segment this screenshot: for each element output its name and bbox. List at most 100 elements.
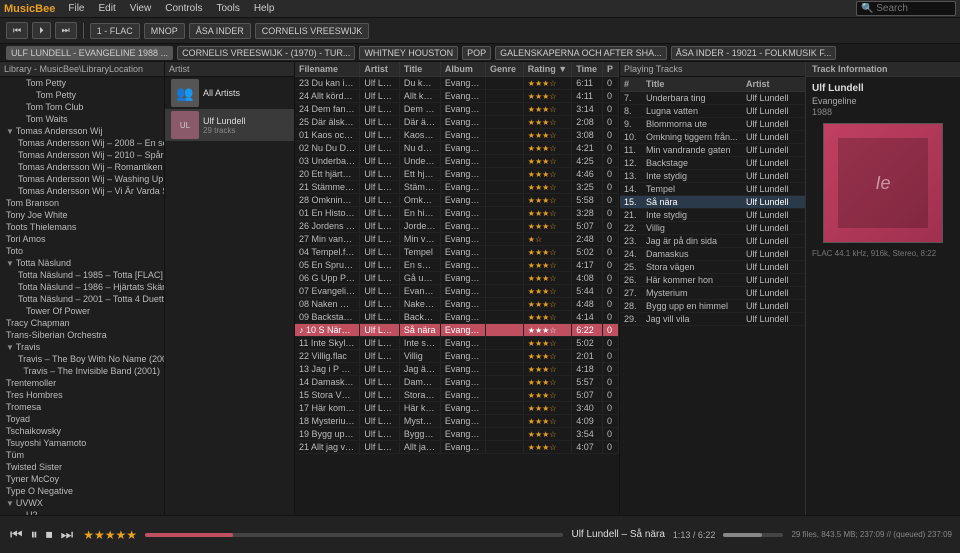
artist-item[interactable]: UL Ulf Lundell 29 tracks [165, 109, 294, 141]
table-row[interactable]: 14 Damaskus.flac Ulf Lundell Damaskus Ev… [295, 376, 619, 389]
col-filename[interactable]: Filename [295, 62, 360, 77]
library-item[interactable]: Type O Negative [0, 485, 164, 497]
library-item[interactable]: Tomas Andersson Wij – 2008 – En sommar [0, 137, 164, 149]
library-item[interactable]: Tom Waits [0, 113, 164, 125]
table-row[interactable]: 15. Så nära Ulf Lundell [620, 196, 805, 209]
table-row[interactable]: 20 Ett hjärta av sten.flac Ulf Lundell E… [295, 168, 619, 181]
library-item[interactable]: Tomas Andersson Wij – 2010 – Spår [0, 149, 164, 161]
library-item[interactable]: Tschaikowsky [0, 425, 164, 437]
table-row[interactable]: 13 Jag i P Din Sida.flac Ulf Lundell Jag… [295, 363, 619, 376]
library-item[interactable]: U2 [0, 509, 164, 515]
np-tag-asa[interactable]: ÅSA INDER - 19021 - FOLKMUSIK F... [671, 46, 837, 60]
menu-view[interactable]: View [127, 2, 155, 15]
library-item[interactable]: Tsuyoshi Yamamoto [0, 437, 164, 449]
play-pause-button[interactable]: ⏵ [32, 22, 51, 39]
table-row[interactable]: 26 Jordens hemnar.flac Ulf Lundell Jorde… [295, 220, 619, 233]
table-row[interactable]: 26. Här kommer hon Ulf Lundell [620, 274, 805, 287]
table-row[interactable]: 03 Underbara Ting.flac Ulf Lundell Under… [295, 155, 619, 168]
library-item[interactable]: Toyad [0, 413, 164, 425]
library-item[interactable]: Toto [0, 245, 164, 257]
table-row[interactable]: 7. Underbara ting Ulf Lundell [620, 92, 805, 105]
library-item[interactable]: Travis – The Boy With No Name (2007) [0, 353, 164, 365]
table-row[interactable]: 05 En Spruken Vas.flac Ulf Lundell En sp… [295, 259, 619, 272]
library-item[interactable]: Tomas Andersson Wij – Vi Är Varda Så Myc [0, 185, 164, 197]
toolbar-tag-asa[interactable]: ÅSA INDER [189, 23, 251, 39]
menu-controls[interactable]: Controls [162, 2, 205, 15]
library-item[interactable]: Tori Amos [0, 233, 164, 245]
library-item[interactable]: Totta Näslund – 1985 – Totta [FLAC] [0, 269, 164, 281]
library-item[interactable]: Tomas Andersson Wij – Romantiken [2012] [0, 161, 164, 173]
table-row[interactable]: 13. Inte stydig Ulf Lundell [620, 170, 805, 183]
library-item[interactable]: ▼ Totta Näslund [0, 257, 164, 269]
library-item[interactable]: Totta Näslund – 1986 – Hjärtats Skära Ru… [0, 281, 164, 293]
library-item[interactable]: Tomas Andersson Wij – Washing Up [0, 173, 164, 185]
table-row[interactable]: 10. Omkning tiggern från... Ulf Lundell [620, 131, 805, 144]
table-row[interactable]: 28 Omkning tiggen från Luossa.flac Ulf L… [295, 194, 619, 207]
table-row[interactable]: 06 G Upp P Klipppen.flac Ulf Lundell Gå … [295, 272, 619, 285]
np-tag-whitney[interactable]: WHITNEY HOUSTON [359, 46, 458, 60]
table-row[interactable]: 28. Bygg upp en himmel Ulf Lundell [620, 300, 805, 313]
library-item[interactable]: ▼ Travis [0, 341, 164, 353]
next-ctrl[interactable]: ⏭ [59, 524, 76, 545]
table-row[interactable]: 15 Stora Vägen.flac Ulf Lundell Stora vä… [295, 389, 619, 402]
table-row[interactable]: 24. Damaskus Ulf Lundell [620, 248, 805, 261]
library-item[interactable]: Tom Branson [0, 197, 164, 209]
table-row[interactable]: 25. Stora vägen Ulf Lundell [620, 261, 805, 274]
library-item[interactable]: Tony Joe White [0, 209, 164, 221]
library-item[interactable]: Trentemoller [0, 377, 164, 389]
col-rating[interactable]: Rating ▼ [523, 62, 571, 77]
library-item[interactable]: Tom Petty [0, 77, 164, 89]
col-genre[interactable]: Genre [485, 62, 523, 77]
menu-edit[interactable]: Edit [95, 2, 118, 15]
library-item[interactable]: Tom Petty [0, 89, 164, 101]
table-row[interactable]: 9. Blommorna ute Ulf Lundell [620, 118, 805, 131]
col-artist[interactable]: Artist [360, 62, 400, 77]
table-row[interactable]: 22 Villig.flac Ulf Lundell Villig Evange… [295, 350, 619, 363]
prev-ctrl[interactable]: ⏮ [8, 524, 25, 545]
table-row[interactable]: 18 Mysterium.flac Ulf Lundell Mysterium … [295, 415, 619, 428]
table-row[interactable]: 22. Villig Ulf Lundell [620, 222, 805, 235]
menu-tools[interactable]: Tools [213, 2, 242, 15]
search-input[interactable] [856, 1, 956, 16]
table-row[interactable]: 01 En Historia.flac Ulf Lundell En histo… [295, 207, 619, 220]
table-row[interactable]: 01 Kaos och kärlek (demo).flac Ulf Lunde… [295, 129, 619, 142]
menu-file[interactable]: File [65, 2, 87, 15]
np-tag-ulf[interactable]: ULF LUNDELL - EVANGELINE 1988 ... [6, 46, 173, 60]
library-item[interactable]: Twisted Sister [0, 461, 164, 473]
table-row[interactable]: 24 Dem fann en gyllene regel.flac Ulf Lu… [295, 103, 619, 116]
table-row[interactable]: 08 Naken Nerfr Gatan.flac Ulf Lundell Na… [295, 298, 619, 311]
table-row[interactable]: 11 Inte Skyldig.flac Ulf Lundell Inte sk… [295, 337, 619, 350]
library-item[interactable]: Tracy Chapman [0, 317, 164, 329]
play-ctrl[interactable]: ⏸ [29, 524, 40, 545]
menu-help[interactable]: Help [251, 2, 278, 15]
np-tag-galen[interactable]: GALENSKAPERNA OCH AFTER SHA... [495, 46, 667, 60]
table-row[interactable]: 12. Backstage Ulf Lundell [620, 157, 805, 170]
table-row[interactable]: 19 Bygg upp en himmel.flac Ulf Lundell B… [295, 428, 619, 441]
progress-bar[interactable] [145, 533, 563, 537]
library-item[interactable]: ▼ UVWX [0, 497, 164, 509]
table-row[interactable]: 09 Backstage.flac Ulf Lundell Backstage … [295, 311, 619, 324]
library-item[interactable]: Tyner McCoy [0, 473, 164, 485]
next-button[interactable]: ⏭ [55, 22, 77, 39]
library-item[interactable]: Tower Of Power [0, 305, 164, 317]
volume-bar[interactable] [723, 533, 783, 537]
library-item[interactable]: Tom Tom Club [0, 101, 164, 113]
library-item[interactable]: ▼ Tomas Andersson Wij [0, 125, 164, 137]
table-row[interactable]: 8. Lugna vatten Ulf Lundell [620, 105, 805, 118]
table-row[interactable]: 07 Evangeline.flac Ulf Lundell Evangelin… [295, 285, 619, 298]
table-row[interactable]: 21. Inte stydig Ulf Lundell [620, 209, 805, 222]
table-row[interactable]: 02 Nu Du Dansar.flac Ulf Lundell Nu du d… [295, 142, 619, 155]
stop-ctrl[interactable]: ⏹ [44, 524, 55, 545]
table-row[interactable]: 25 Där älskande kan bo.flac Ulf Lundell … [295, 116, 619, 129]
table-row[interactable]: 29. Jag vill vila Ulf Lundell [620, 313, 805, 326]
table-row[interactable]: 23. Jag är på din sida Ulf Lundell [620, 235, 805, 248]
table-row[interactable]: 04 Tempel.flac Ulf Lundell Tempel Evange… [295, 246, 619, 259]
table-row[interactable]: 27. Mysterium Ulf Lundell [620, 287, 805, 300]
col-p[interactable]: P [603, 62, 619, 77]
col-title[interactable]: Title [399, 62, 440, 77]
table-row[interactable]: 27 Min vandrande vän.flac Ulf Lundell Mi… [295, 233, 619, 246]
prev-button[interactable]: ⏮ [6, 22, 28, 39]
library-item[interactable]: Totta Näslund – 2001 – Totta 4 Duettema … [0, 293, 164, 305]
table-row[interactable]: 24 Allt körde Du Har.flac Ulf Lundell Al… [295, 90, 619, 103]
library-item[interactable]: Tromesa [0, 401, 164, 413]
